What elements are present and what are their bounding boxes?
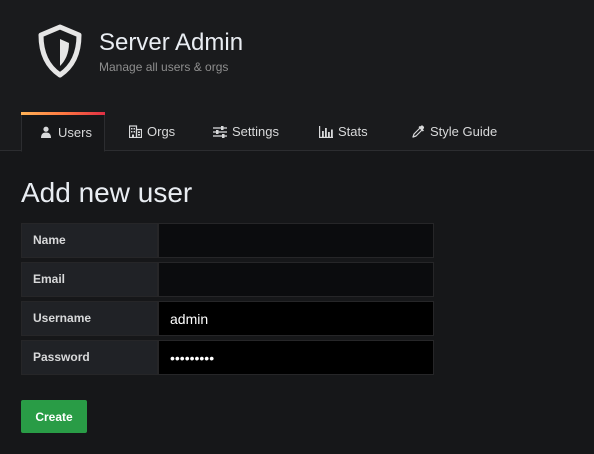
name-field[interactable] <box>158 223 434 258</box>
tab-style-guide-label: Style Guide <box>430 124 498 139</box>
building-icon <box>128 125 142 139</box>
tab-settings[interactable]: Settings <box>213 112 279 151</box>
page-title: Server Admin <box>99 29 244 56</box>
email-field[interactable] <box>158 262 434 297</box>
tab-stats[interactable]: Stats <box>319 112 368 151</box>
password-row: Password <box>21 340 434 375</box>
user-icon <box>39 125 53 139</box>
eyedropper-icon <box>411 125 425 139</box>
create-button[interactable]: Create <box>21 400 87 433</box>
form-title: Add new user <box>21 177 193 208</box>
email-row: Email <box>21 262 434 297</box>
tab-settings-label: Settings <box>232 124 279 139</box>
username-field[interactable] <box>158 301 434 336</box>
tab-style-guide[interactable]: Style Guide <box>411 112 497 151</box>
tab-orgs[interactable]: Orgs <box>128 112 175 151</box>
username-label: Username <box>21 301 158 336</box>
page-subtitle: Manage all users & orgs <box>99 60 229 74</box>
tab-orgs-label: Orgs <box>147 124 176 139</box>
tab-users[interactable]: Users <box>21 112 105 152</box>
tab-stats-label: Stats <box>338 124 368 139</box>
bar-chart-icon <box>319 125 333 139</box>
active-tab-indicator <box>21 112 105 115</box>
sliders-icon <box>213 125 227 139</box>
name-label: Name <box>21 223 158 258</box>
name-row: Name <box>21 223 434 258</box>
password-field[interactable] <box>158 340 434 375</box>
shield-icon <box>38 24 82 78</box>
email-label: Email <box>21 262 158 297</box>
password-label: Password <box>21 340 158 375</box>
tab-users-label: Users <box>58 124 92 140</box>
page-header: Server Admin Manage all users & orgs Use… <box>0 0 594 152</box>
username-row: Username <box>21 301 434 336</box>
